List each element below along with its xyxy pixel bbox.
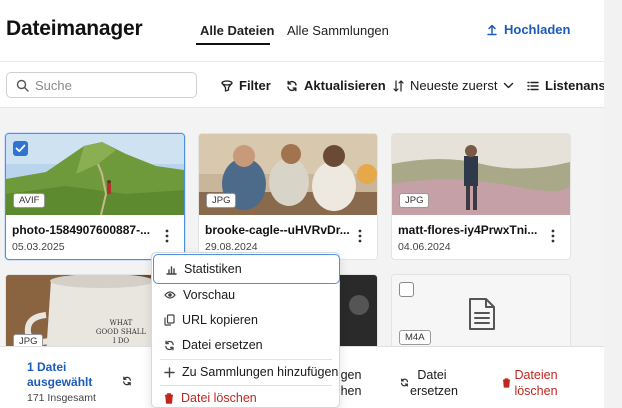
refresh-icon bbox=[400, 378, 409, 387]
toolbar: Filter Aktualisieren Neueste zuerst List… bbox=[0, 62, 604, 108]
menu-item-label: Datei ersetzen bbox=[182, 338, 263, 352]
add-to-collection-button[interactable]: gen hen bbox=[338, 367, 364, 399]
file-type-badge: AVIF bbox=[13, 193, 46, 208]
replace-file-button[interactable]: Datei ersetzen bbox=[398, 367, 458, 399]
menu-item-label: Statistiken bbox=[184, 262, 242, 276]
file-card[interactable]: JPG brooke-cagle--uHVRvDr... 29.08.2024 bbox=[198, 133, 378, 260]
scrollbar-track[interactable] bbox=[604, 0, 622, 408]
list-view-button[interactable]: Listenansicht bbox=[527, 78, 604, 93]
active-tab-indicator bbox=[196, 43, 270, 45]
upload-button[interactable]: Hochladen bbox=[486, 22, 570, 37]
mug-text: WHAT GOOD SHALL I DO bbox=[95, 319, 147, 345]
selected-count: 1 Datei bbox=[27, 360, 67, 374]
file-type-badge: M4A bbox=[399, 330, 431, 345]
menu-item-label: Vorschau bbox=[183, 288, 236, 302]
file-card[interactable]: JPG matt-flores-iy4PrwxTni... 04.06.2024 bbox=[391, 133, 571, 260]
tab-all-files[interactable]: Alle Dateien bbox=[200, 23, 274, 38]
sort-icon bbox=[393, 79, 404, 92]
refresh-icon bbox=[286, 80, 298, 92]
total-count: 171 Insgesamt bbox=[27, 392, 96, 404]
clear-selection-icon[interactable] bbox=[122, 376, 132, 386]
filter-button[interactable]: Filter bbox=[221, 78, 271, 93]
search-box[interactable] bbox=[6, 72, 197, 98]
file-name: matt-flores-iy4PrwxTni... bbox=[398, 223, 538, 237]
chart-icon bbox=[166, 264, 177, 275]
selected-count-label: ausgewählt bbox=[27, 375, 93, 389]
sort-dropdown[interactable]: Neueste zuerst bbox=[393, 78, 514, 93]
file-date: 05.03.2025 bbox=[12, 241, 65, 253]
file-name: brooke-cagle--uHVRvDr... bbox=[205, 223, 350, 237]
refresh-button[interactable]: Aktualisieren bbox=[286, 78, 386, 93]
menu-item-replace-file[interactable]: Datei ersetzen bbox=[152, 333, 339, 357]
search-input[interactable] bbox=[35, 77, 185, 93]
menu-item-copy-url[interactable]: URL kopieren bbox=[152, 308, 339, 332]
menu-item-label: Zu Sammlungen hinzufügen bbox=[182, 365, 339, 379]
more-options-icon[interactable] bbox=[162, 228, 172, 244]
upload-label: Hochladen bbox=[504, 22, 571, 37]
menu-item-label: Datei löschen bbox=[181, 391, 257, 405]
chevron-down-icon bbox=[503, 80, 514, 91]
sort-label: Neueste zuerst bbox=[410, 78, 498, 93]
document-icon bbox=[468, 297, 496, 331]
file-card[interactable]: M4A bbox=[391, 274, 571, 354]
menu-item-statistics[interactable]: Statistiken bbox=[153, 254, 340, 284]
trash-icon bbox=[164, 392, 174, 404]
select-checkbox[interactable] bbox=[13, 141, 28, 156]
page-title: Dateimanager bbox=[6, 17, 143, 40]
filter-label: Filter bbox=[239, 78, 271, 93]
menu-item-delete-file[interactable]: Datei löschen bbox=[152, 386, 339, 408]
header: Dateimanager Alle Dateien Alle Sammlunge… bbox=[0, 0, 604, 62]
file-type-badge: JPG bbox=[399, 193, 430, 208]
file-card[interactable]: AVIF photo-1584907600887-... 05.03.2025 bbox=[5, 133, 185, 260]
list-icon bbox=[527, 80, 539, 92]
add-to-collection-label: gen bbox=[340, 368, 362, 382]
file-type-badge: JPG bbox=[206, 193, 237, 208]
file-name: photo-1584907600887-... bbox=[12, 223, 151, 237]
refresh-icon bbox=[164, 340, 175, 351]
plus-icon bbox=[164, 366, 175, 378]
more-options-icon[interactable] bbox=[355, 228, 365, 244]
upload-icon bbox=[486, 24, 498, 36]
refresh-label: Aktualisieren bbox=[304, 78, 386, 93]
file-manager-app: Dateimanager Alle Dateien Alle Sammlunge… bbox=[0, 0, 604, 408]
more-options-icon[interactable] bbox=[548, 228, 558, 244]
tab-all-collections[interactable]: Alle Sammlungen bbox=[287, 23, 389, 38]
search-icon bbox=[16, 79, 29, 92]
delete-files-button[interactable]: Dateien löschen bbox=[500, 367, 558, 399]
menu-item-label: URL kopieren bbox=[182, 313, 258, 327]
list-view-label: Listenansicht bbox=[545, 78, 604, 93]
select-checkbox[interactable] bbox=[399, 282, 414, 297]
menu-item-preview[interactable]: Vorschau bbox=[152, 283, 339, 307]
menu-item-add-to-collections[interactable]: Zu Sammlungen hinzufügen bbox=[152, 360, 339, 384]
trash-icon bbox=[502, 378, 511, 388]
add-to-collection-label-2: hen bbox=[340, 384, 362, 398]
copy-icon bbox=[164, 314, 175, 326]
filter-icon bbox=[221, 79, 233, 92]
eye-icon bbox=[164, 290, 176, 300]
context-menu: Statistiken Vorschau URL kopieren Datei … bbox=[151, 252, 340, 408]
file-date: 04.06.2024 bbox=[398, 241, 451, 253]
